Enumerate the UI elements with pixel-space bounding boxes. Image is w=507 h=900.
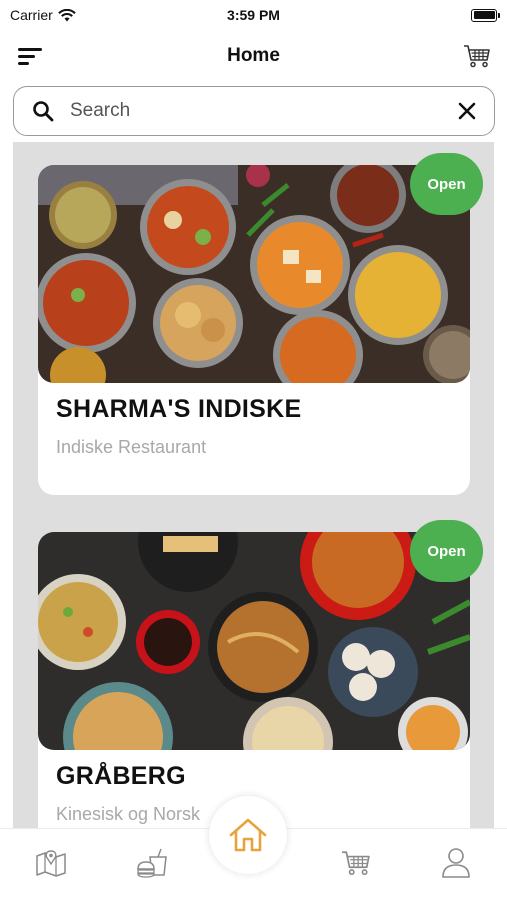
restaurant-name: SHARMA'S INDISKE (56, 395, 302, 423)
search-bar (13, 86, 495, 136)
status-bar: Carrier 3:59 PM (0, 0, 507, 30)
clear-icon[interactable] (458, 102, 476, 120)
nav-home[interactable] (209, 796, 287, 874)
open-status-badge: Open (410, 153, 483, 215)
home-icon (229, 818, 267, 852)
page-title: Home (227, 45, 280, 66)
open-status-badge: Open (410, 520, 483, 582)
restaurant-image-chinese (38, 532, 470, 750)
header: Home (0, 36, 507, 76)
restaurant-cuisine: Kinesisk og Norsk (56, 804, 201, 824)
wifi-icon (58, 8, 76, 21)
restaurant-image-indian (38, 165, 470, 383)
search-input[interactable] (70, 100, 458, 122)
restaurant-cuisine: Indiske Restaurant (56, 437, 207, 457)
nav-cart[interactable] (338, 845, 374, 881)
restaurant-list: Open SHARMA'S INDISKE Indiske Restaurant (13, 142, 494, 832)
battery-fill (473, 11, 495, 19)
restaurant-name: GRÅBERG (56, 762, 186, 790)
map-icon (36, 850, 66, 877)
header-cart-button[interactable] (461, 40, 493, 72)
nav-map[interactable] (33, 845, 69, 881)
battery-icon (471, 8, 500, 22)
restaurant-card[interactable]: Open GRÅBERG Kinesisk og Norsk (38, 520, 483, 832)
menu-button[interactable] (14, 40, 46, 72)
search-icon (33, 101, 54, 122)
cart-icon (464, 45, 490, 68)
status-time: 3:59 PM (227, 7, 280, 23)
status-left: Carrier (10, 7, 76, 23)
nav-food[interactable] (134, 845, 170, 881)
menu-icon (18, 48, 42, 65)
restaurant-card[interactable]: Open SHARMA'S INDISKE Indiske Restaurant (38, 153, 483, 495)
food-icon (137, 848, 167, 878)
profile-icon (442, 848, 470, 878)
nav-profile[interactable] (438, 845, 474, 881)
carrier-label: Carrier (10, 7, 53, 23)
cart-icon (342, 851, 370, 876)
